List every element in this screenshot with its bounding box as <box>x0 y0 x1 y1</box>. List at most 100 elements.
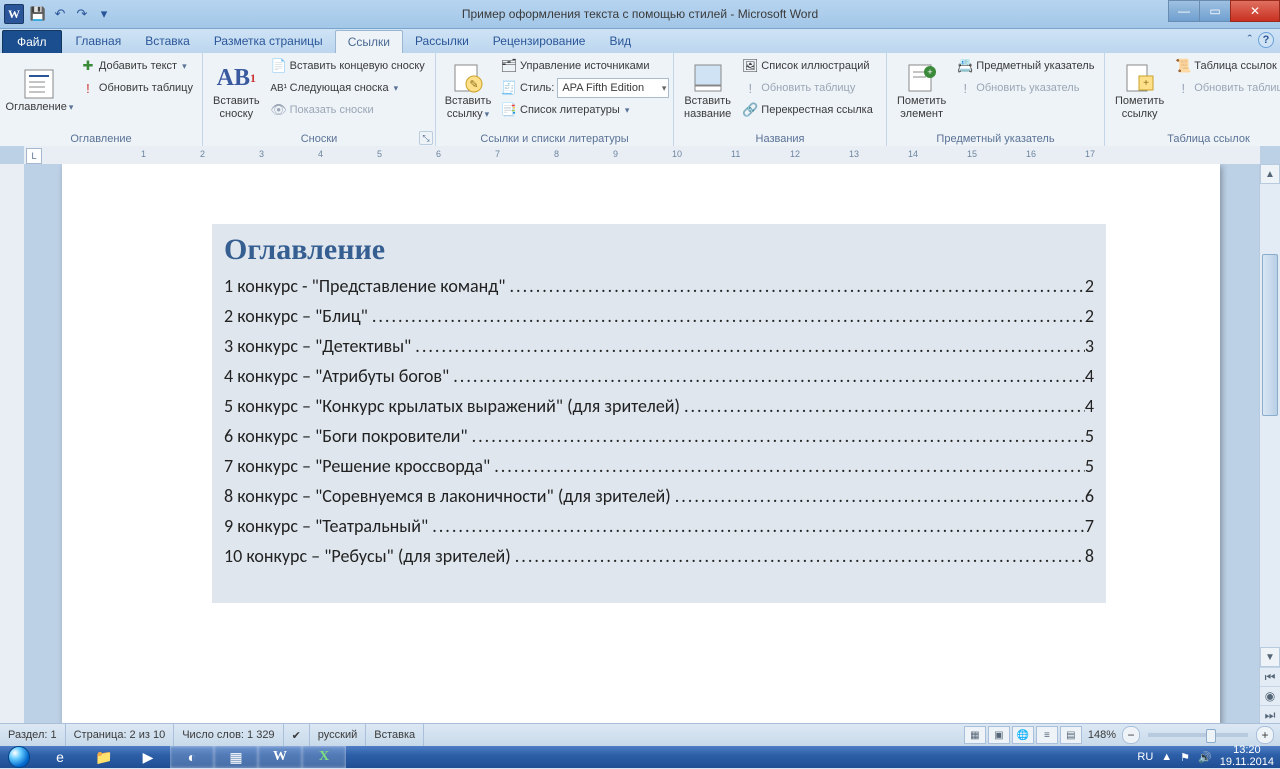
tab-ссылки[interactable]: Ссылки <box>335 30 403 53</box>
help-icon[interactable]: ? <box>1258 32 1274 48</box>
taskbar-excel-icon[interactable]: X <box>302 746 346 768</box>
document-area: L 1234567891011121314151617 Оглавление 1… <box>0 146 1280 724</box>
zoom-level[interactable]: 148% <box>1088 729 1116 741</box>
view-full-screen-icon[interactable]: ▣ <box>988 726 1010 744</box>
status-language[interactable]: русский <box>310 724 366 746</box>
qat-save-icon[interactable]: 💾 <box>28 4 48 24</box>
minimize-button[interactable]: — <box>1168 0 1200 22</box>
zoom-slider-thumb[interactable] <box>1206 729 1216 743</box>
toc-entry[interactable]: 10 конкурс – "Ребусы" (для зрителей) ...… <box>224 545 1094 567</box>
toc-entry[interactable]: 8 конкурс – "Соревнуемся в лаконичности"… <box>224 485 1094 507</box>
view-outline-icon[interactable]: ≡ <box>1036 726 1058 744</box>
footnotes-launcher[interactable]: ⤡ <box>419 131 433 145</box>
next-footnote-button[interactable]: AB¹Следующая сноска▾ <box>268 77 428 99</box>
tray-clock[interactable]: 13:20 19.11.2014 <box>1220 745 1274 768</box>
toc-entry[interactable]: 7 конкурс – "Решение кроссворда" .......… <box>224 455 1094 477</box>
mark-citation-button[interactable]: + Пометить ссылку <box>1111 55 1168 127</box>
qat-customize-icon[interactable]: ▾ <box>94 4 114 24</box>
toc-entry[interactable]: 1 конкурс - "Представление команд" .....… <box>224 275 1094 297</box>
view-draft-icon[interactable]: ▤ <box>1060 726 1082 744</box>
tray-lang[interactable]: RU <box>1137 751 1153 763</box>
scroll-track[interactable] <box>1260 184 1280 647</box>
tab-selector[interactable]: L <box>26 148 42 164</box>
zoom-slider[interactable] <box>1148 733 1248 737</box>
status-language-label: русский <box>318 729 357 741</box>
vertical-scrollbar[interactable]: ▲ ▼ ⏮ ◉ ⏭ <box>1259 164 1280 724</box>
add-text-button[interactable]: ✚Добавить текст▾ <box>77 55 196 77</box>
toc-leader: ........................................… <box>449 365 1085 387</box>
scroll-down-icon[interactable]: ▼ <box>1260 647 1280 667</box>
document-viewport[interactable]: Оглавление 1 конкурс - "Представление ко… <box>24 164 1260 724</box>
taskbar-word-icon[interactable]: W <box>258 746 302 768</box>
update-toc-button[interactable]: !Обновить таблицу <box>77 77 196 99</box>
horizontal-ruler[interactable]: L 1234567891011121314151617 <box>24 146 1260 165</box>
zoom-out-button[interactable]: − <box>1122 726 1140 744</box>
browse-object-icon[interactable]: ◉ <box>1260 686 1280 705</box>
toc-entry-page: 5 <box>1085 455 1094 477</box>
tab-вид[interactable]: Вид <box>597 30 643 53</box>
insert-toa-button[interactable]: 📜Таблица ссылок <box>1172 55 1280 77</box>
vertical-ruler[interactable] <box>0 164 25 724</box>
toc-entry[interactable]: 5 конкурс – "Конкурс крылатых выражений"… <box>224 395 1094 417</box>
toc-field[interactable]: Оглавление 1 конкурс - "Представление ко… <box>212 224 1106 603</box>
tray-volume-icon[interactable]: 🔊 <box>1198 751 1212 764</box>
taskbar-chrome-icon[interactable]: ◐ <box>170 746 214 768</box>
toc-button[interactable]: Оглавление▾ <box>6 55 73 127</box>
prev-page-icon[interactable]: ⏮ <box>1260 667 1280 686</box>
start-button[interactable] <box>0 746 38 768</box>
insert-citation-button[interactable]: ✎ Вставить ссылку▾ <box>442 55 494 127</box>
next-page-icon[interactable]: ⏭ <box>1260 705 1280 724</box>
tab-рассылки[interactable]: Рассылки <box>403 30 481 53</box>
toc-entry[interactable]: 3 конкурс – "Детективы" ................… <box>224 335 1094 357</box>
zoom-in-button[interactable]: + <box>1256 726 1274 744</box>
minimize-ribbon-icon[interactable]: ˆ <box>1248 32 1252 48</box>
scroll-up-icon[interactable]: ▲ <box>1260 164 1280 184</box>
insert-caption-button[interactable]: Вставить название <box>680 55 735 127</box>
taskbar-ie-icon[interactable]: e <box>38 746 82 768</box>
bibliography-button[interactable]: 📑Список литературы▾ <box>498 99 672 121</box>
maximize-button[interactable]: ▭ <box>1199 0 1231 22</box>
tray-flag-icon[interactable]: ⚑ <box>1180 751 1190 764</box>
toc-entry[interactable]: 9 конкурс – "Театральный" ..............… <box>224 515 1094 537</box>
toc-entry[interactable]: 4 конкурс – "Атрибуты богов" ...........… <box>224 365 1094 387</box>
group-index: + Пометить элемент 📇Предметный указатель… <box>887 53 1105 147</box>
qat-redo-icon[interactable]: ↷ <box>72 4 92 24</box>
status-page[interactable]: Страница: 2 из 10 <box>66 724 175 746</box>
next-footnote-label: Следующая сноска <box>290 82 389 94</box>
citation-style-combo[interactable]: APA Fifth Edition <box>557 78 669 98</box>
tab-разметка страницы[interactable]: Разметка страницы <box>202 30 335 53</box>
toc-entry[interactable]: 2 конкурс – "Блиц" .....................… <box>224 305 1094 327</box>
insert-index-button[interactable]: 📇Предметный указатель <box>954 55 1097 77</box>
taskbar-explorer-icon[interactable]: 📁 <box>82 746 126 768</box>
ruler-tick: 4 <box>318 149 323 159</box>
tray-show-hidden-icon[interactable]: ▲ <box>1161 751 1172 763</box>
close-button[interactable]: ✕ <box>1230 0 1280 22</box>
table-of-figures-button[interactable]: 🖼Список иллюстраций <box>739 55 876 77</box>
mark-entry-button[interactable]: + Пометить элемент <box>893 55 950 127</box>
tab-вставка[interactable]: Вставка <box>133 30 202 53</box>
status-insert-mode[interactable]: Вставка <box>366 724 424 746</box>
tab-главная[interactable]: Главная <box>64 30 134 53</box>
scroll-thumb[interactable] <box>1262 254 1278 416</box>
status-words[interactable]: Число слов: 1 329 <box>174 724 283 746</box>
status-proofing[interactable]: ✔ <box>284 724 310 746</box>
insert-endnote-button[interactable]: 📄Вставить концевую сноску <box>268 55 428 77</box>
view-print-layout-icon[interactable]: ▦ <box>964 726 986 744</box>
svg-text:+: + <box>927 67 932 77</box>
taskbar-media-icon[interactable]: ▶ <box>126 746 170 768</box>
status-section[interactable]: Раздел: 1 <box>0 724 66 746</box>
view-web-icon[interactable]: 🌐 <box>1012 726 1034 744</box>
qat-undo-icon[interactable]: ↶ <box>50 4 70 24</box>
cross-reference-button[interactable]: 🔗Перекрестная ссылка <box>739 99 876 121</box>
toc-entry-text: 8 конкурс – "Соревнуемся в лаконичности"… <box>224 485 671 507</box>
file-tab[interactable]: Файл <box>2 30 62 53</box>
insert-footnote-button[interactable]: AB1 Вставить сноску <box>209 55 264 127</box>
manage-sources-button[interactable]: 🗂Управление источниками <box>498 55 672 77</box>
tab-рецензирование[interactable]: Рецензирование <box>481 30 598 53</box>
toc-entry[interactable]: 6 конкурс – "Боги покровители" .........… <box>224 425 1094 447</box>
taskbar-app-icon[interactable]: ▦ <box>214 746 258 768</box>
page[interactable]: Оглавление 1 конкурс - "Представление ко… <box>62 164 1220 724</box>
status-mode-label: Вставка <box>374 729 415 741</box>
ruler-tick: 2 <box>200 149 205 159</box>
mark-entry-label: Пометить элемент <box>897 95 946 119</box>
